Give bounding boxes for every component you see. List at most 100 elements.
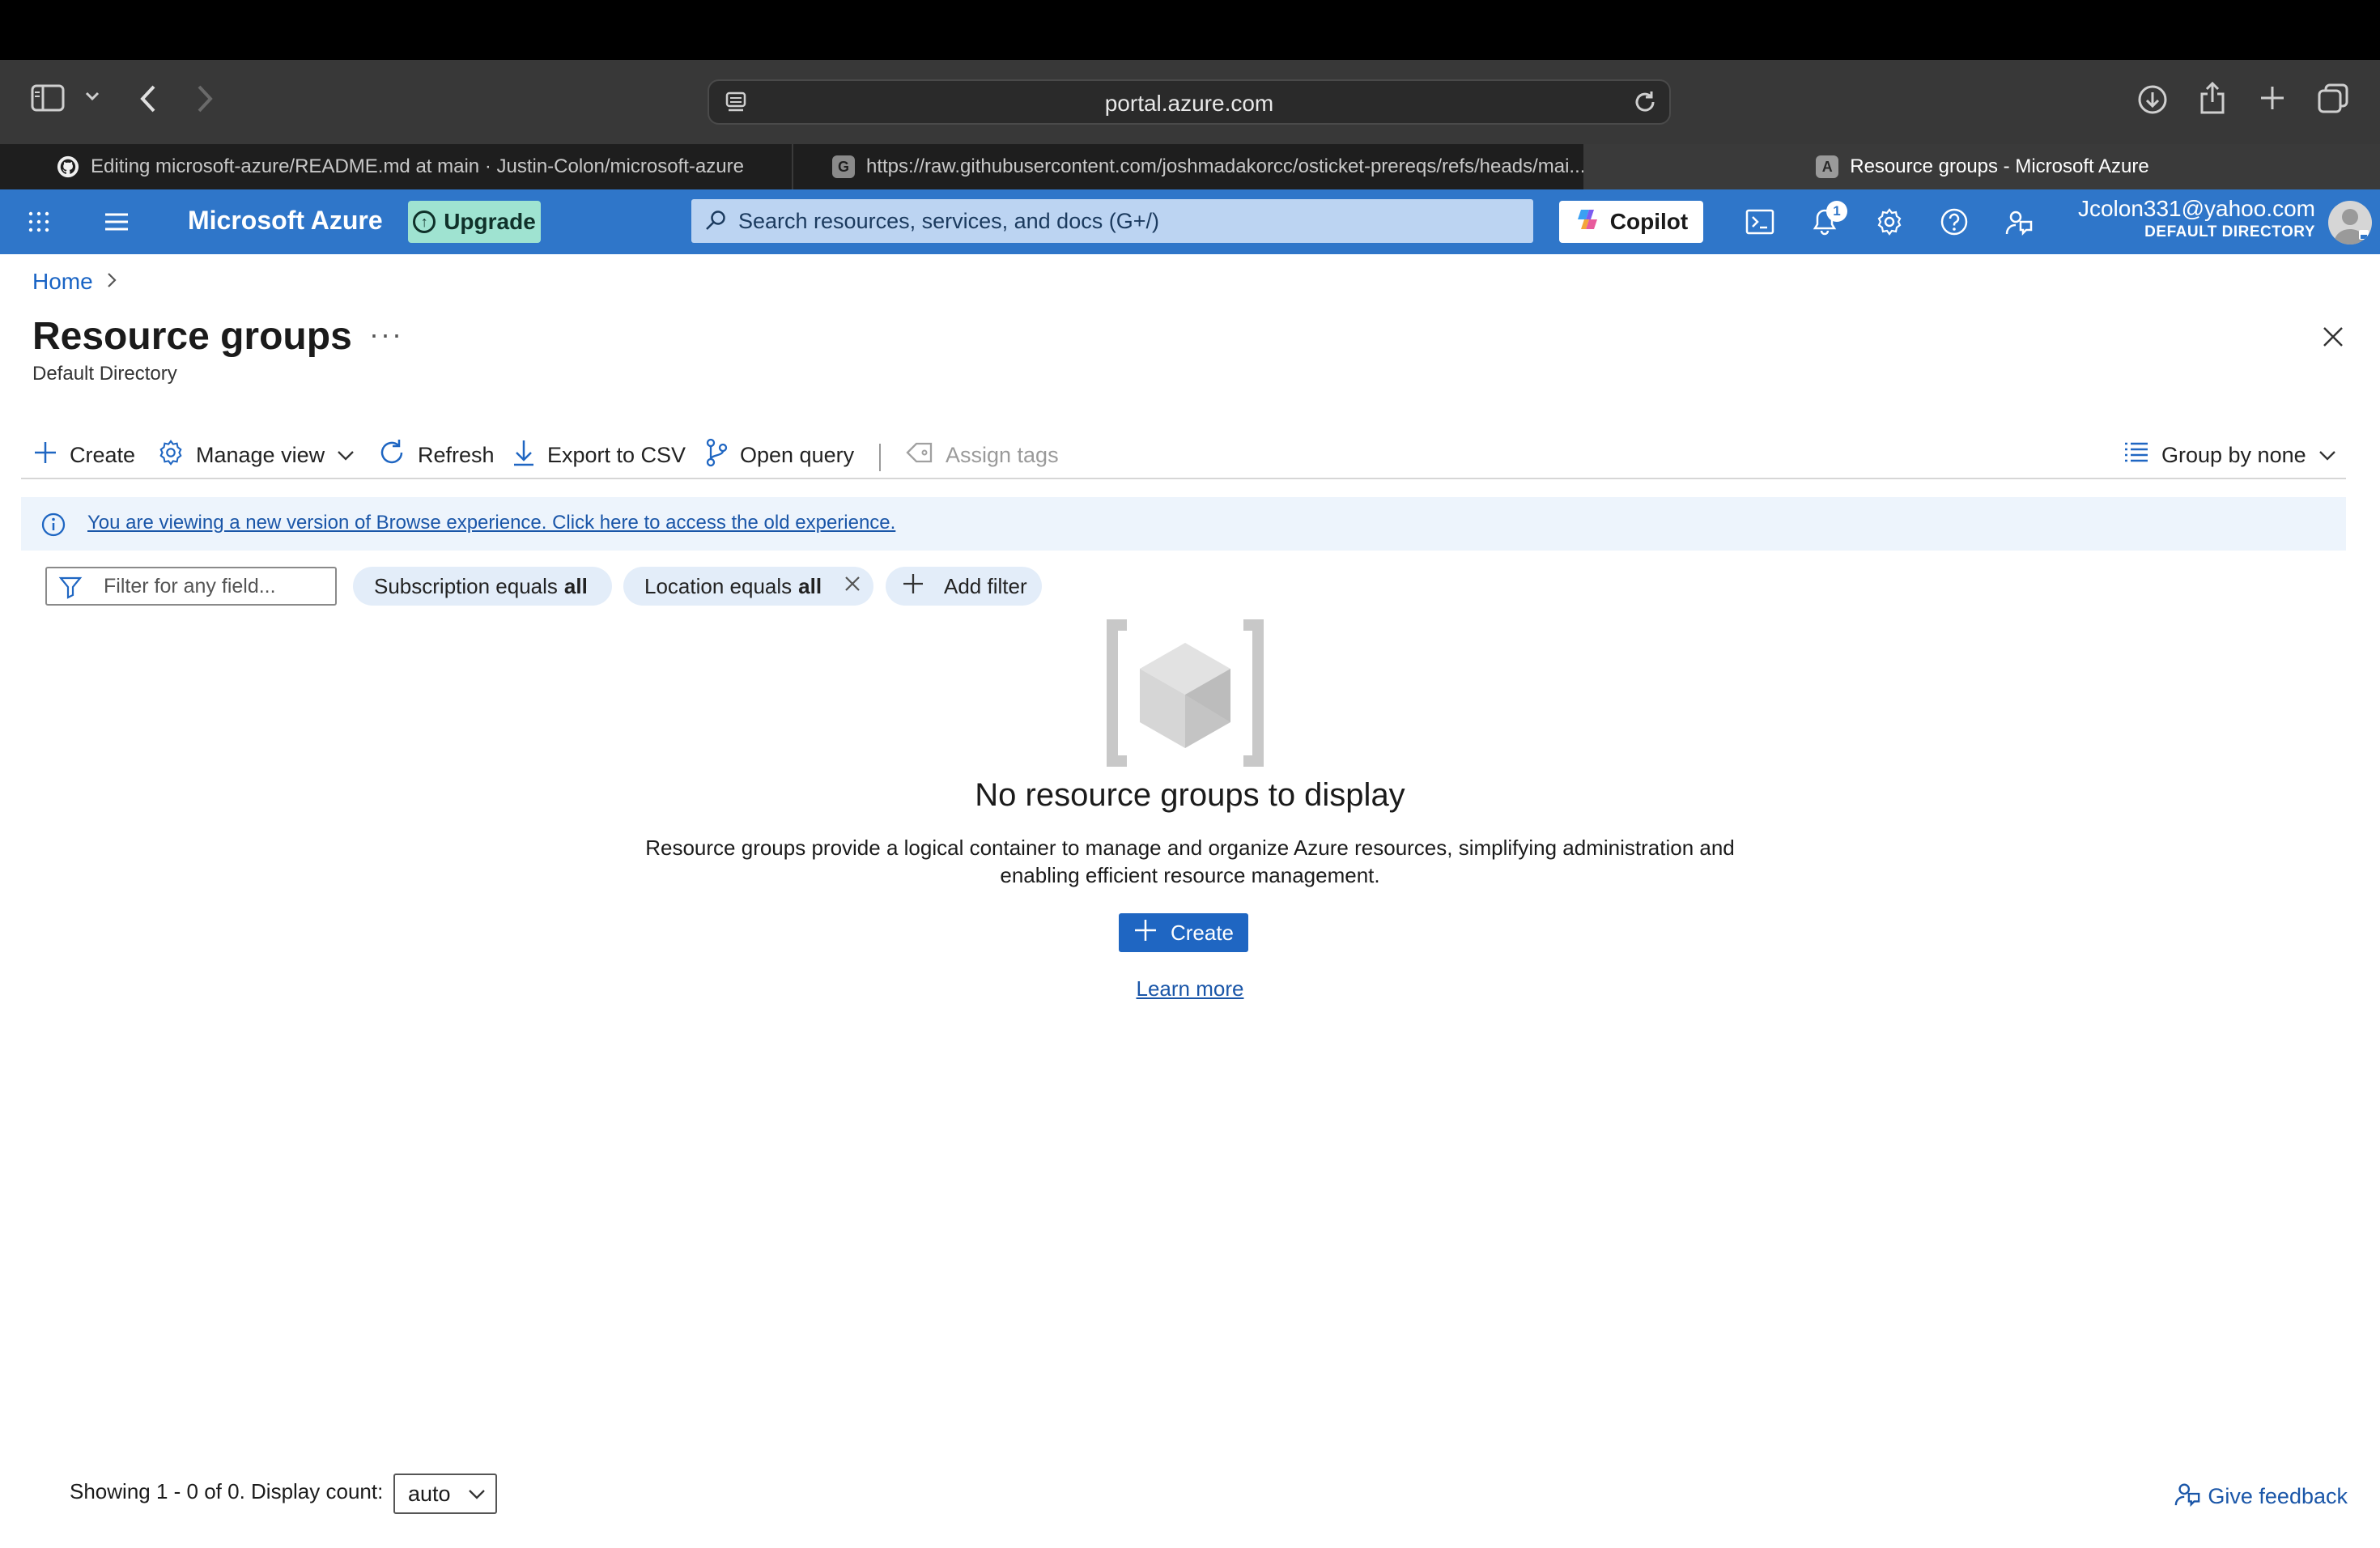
tab-overview-icon[interactable] — [2317, 83, 2349, 115]
open-query-command[interactable]: Open query — [704, 438, 855, 471]
chevron-right-icon — [106, 270, 117, 295]
tag-icon — [905, 440, 934, 470]
address-bar[interactable]: portal.azure.com — [708, 79, 1671, 125]
refresh-command[interactable]: Refresh — [377, 439, 495, 471]
reload-icon[interactable] — [1632, 89, 1658, 115]
resource-groups-page: Home Resource groups ··· Default Directo… — [0, 254, 2380, 1548]
notifications-icon[interactable]: 1 — [1808, 201, 1847, 238]
create-label: Create — [70, 442, 136, 467]
address-text[interactable]: portal.azure.com — [709, 91, 1669, 117]
display-count-value: auto — [408, 1481, 451, 1506]
add-filter-label: Add filter — [944, 573, 1027, 598]
more-options-button[interactable]: ··· — [369, 317, 403, 351]
close-icon[interactable] — [2317, 321, 2349, 353]
search-input[interactable] — [738, 199, 1515, 243]
breadcrumb: Home — [32, 269, 117, 295]
search-icon — [704, 209, 727, 236]
display-count-select[interactable]: auto — [393, 1474, 497, 1514]
add-filter-button[interactable]: Add filter — [886, 567, 1042, 606]
group-by-command[interactable]: Group by none — [2123, 439, 2337, 471]
avatar[interactable] — [2328, 201, 2372, 245]
plus-icon — [902, 572, 924, 601]
chevron-down-icon — [2318, 443, 2337, 468]
copilot-label: Copilot — [1609, 209, 1689, 234]
list-icon — [2123, 440, 2150, 470]
a-favicon-icon: A — [1816, 155, 1839, 178]
learn-more-text[interactable]: Learn more — [1137, 976, 1244, 1001]
learn-more-link: Learn more — [0, 976, 2380, 1002]
plus-icon — [1133, 918, 1158, 948]
tab-raw-github[interactable]: G https://raw.githubusercontent.com/josh… — [793, 144, 1585, 189]
chevron-down-icon — [336, 443, 355, 468]
tab-title: Editing microsoft-azure/README.md at mai… — [91, 155, 744, 177]
arrow-up-icon: ↑ — [413, 211, 436, 233]
export-csv-label: Export to CSV — [547, 442, 686, 467]
breadcrumb-home[interactable]: Home — [32, 269, 93, 295]
browser-toolbar: portal.azure.com — [0, 60, 2380, 144]
create-resource-group-button[interactable]: Create — [1119, 913, 1248, 952]
open-query-label: Open query — [740, 442, 855, 467]
account-email: Jcolon331@yahoo.com — [2077, 196, 2315, 221]
location-filter-label: Location equals — [644, 573, 793, 598]
share-icon[interactable] — [2199, 81, 2226, 115]
sidebar-toggle-icon[interactable] — [31, 84, 65, 112]
upgrade-label: Upgrade — [444, 209, 536, 234]
forward-icon[interactable] — [194, 84, 215, 113]
account-directory: DEFAULT DIRECTORY — [2144, 223, 2315, 240]
app-launcher-icon[interactable] — [23, 206, 55, 238]
remove-filter-icon[interactable] — [843, 574, 862, 599]
manage-view-command[interactable]: Manage view — [157, 439, 355, 471]
tab-strip: Editing microsoft-azure/README.md at mai… — [0, 144, 2380, 189]
feedback-person-icon — [2174, 1480, 2201, 1513]
location-filter-pill[interactable]: Location equals all — [623, 567, 874, 606]
feedback-icon[interactable] — [2003, 206, 2035, 238]
cloud-shell-icon[interactable] — [1744, 206, 1776, 238]
copilot-icon — [1575, 206, 1600, 238]
create-command[interactable]: Create — [32, 439, 135, 471]
settings-gear-icon[interactable] — [1873, 206, 1906, 238]
new-tab-icon[interactable] — [2259, 84, 2286, 112]
give-feedback-link[interactable]: Give feedback — [2174, 1480, 2348, 1513]
command-separator — [879, 444, 881, 471]
command-bar: Create Manage view Refresh Export to CSV… — [21, 431, 2346, 479]
subscription-filter-label: Subscription equals — [374, 573, 558, 598]
help-icon[interactable] — [1938, 206, 1970, 238]
account-info[interactable]: Jcolon331@yahoo.com DEFAULT DIRECTORY — [2078, 196, 2315, 241]
back-icon[interactable] — [138, 84, 159, 113]
assign-tags-command[interactable]: Assign tags — [905, 439, 1059, 471]
page-subtitle: Default Directory — [32, 363, 177, 385]
azure-brand[interactable]: Microsoft Azure — [188, 206, 383, 236]
export-csv-command[interactable]: Export to CSV — [512, 439, 686, 471]
tab-github-readme[interactable]: Editing microsoft-azure/README.md at mai… — [0, 144, 793, 189]
empty-state-description: Resource groups provide a logical contai… — [623, 834, 1757, 889]
create-button-label: Create — [1170, 920, 1235, 945]
filter-input[interactable] — [104, 568, 330, 604]
results-count: Showing 1 - 0 of 0. Display count: — [70, 1479, 384, 1503]
info-icon — [40, 512, 66, 542]
global-search[interactable] — [691, 199, 1533, 243]
menu-icon[interactable] — [100, 206, 133, 238]
plus-icon — [32, 440, 58, 471]
filter-field[interactable] — [45, 567, 337, 606]
github-icon — [57, 155, 79, 178]
chevron-down-icon[interactable] — [84, 91, 100, 102]
download-icon — [512, 438, 536, 473]
old-experience-link[interactable]: You are viewing a new version of Browse … — [87, 512, 895, 534]
tab-resource-groups[interactable]: A Resource groups - Microsoft Azure — [1585, 144, 2380, 189]
subscription-filter-value: all — [563, 573, 588, 598]
upgrade-button[interactable]: ↑ Upgrade — [408, 201, 541, 243]
resource-group-cube-icon — [1104, 619, 1266, 768]
refresh-icon — [377, 438, 406, 473]
group-by-label: Group by none — [2161, 442, 2306, 467]
subscription-filter-pill[interactable]: Subscription equals all — [353, 567, 612, 606]
downloads-icon[interactable] — [2137, 84, 2168, 115]
empty-state-description-line1: Resource groups provide a logical contai… — [645, 836, 1735, 860]
refresh-label: Refresh — [418, 442, 495, 467]
notification-badge: 1 — [1826, 201, 1847, 222]
empty-state-title: No resource groups to display — [975, 777, 1405, 813]
system-top-strip — [0, 0, 2380, 60]
manage-view-label: Manage view — [196, 442, 325, 467]
info-banner: You are viewing a new version of Browse … — [21, 497, 2346, 551]
filter-funnel-icon — [58, 575, 83, 603]
copilot-button[interactable]: Copilot — [1559, 201, 1703, 243]
